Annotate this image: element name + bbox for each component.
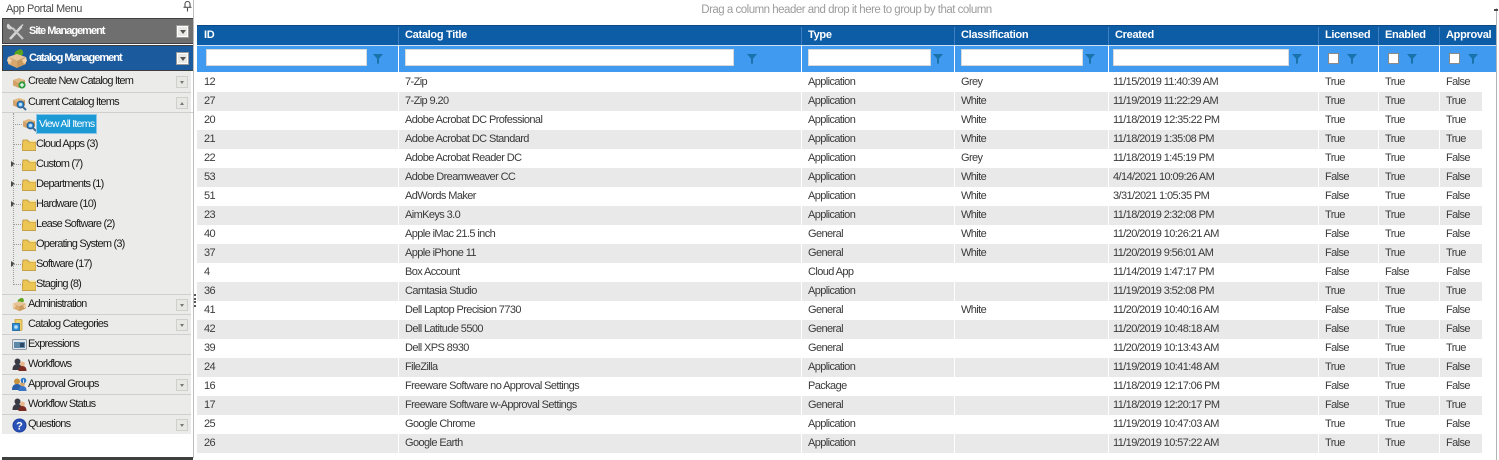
- svg-text:?: ?: [16, 421, 23, 433]
